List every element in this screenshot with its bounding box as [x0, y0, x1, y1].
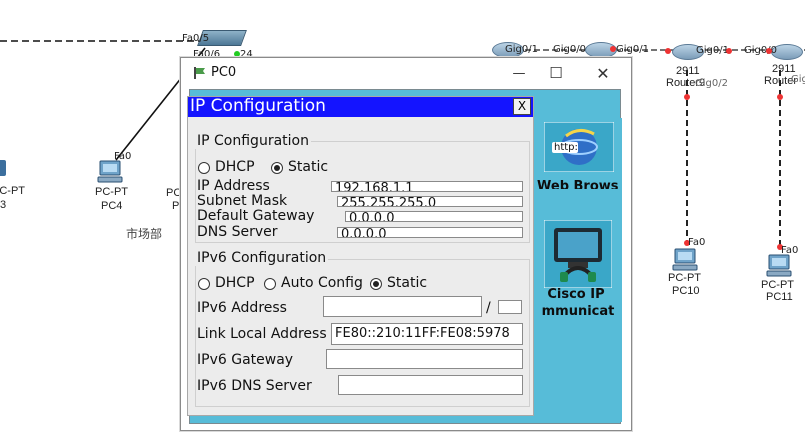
dialog-close-button[interactable]: X — [513, 98, 531, 115]
ipv6-dhcp-label: DHCP — [215, 275, 255, 291]
ipv6-gateway-field[interactable] — [326, 349, 523, 369]
device-type-label: PC-PT — [668, 272, 701, 284]
device-type-label: PC-PT — [0, 185, 25, 197]
maximize-button[interactable]: ☐ — [534, 60, 578, 86]
ip-address-label: IP Address — [197, 178, 270, 194]
link-local-address-label: Link Local Address — [197, 326, 327, 342]
dns-server-label: DNS Server — [197, 224, 278, 240]
ipv4-static-label: Static — [288, 159, 329, 175]
port-label: Gig0/2 — [695, 78, 728, 89]
device-name-label: 3 — [0, 199, 7, 211]
default-gateway-field[interactable]: 0.0.0.0 — [345, 211, 523, 222]
port-label: Gig0/0 — [744, 45, 777, 56]
ipv6-auto-config-radio[interactable] — [264, 278, 276, 290]
ipv4-static-radio[interactable] — [271, 162, 283, 174]
ipv6-group-title: IPv6 Configuration — [195, 250, 329, 266]
subnet-mask-field[interactable]: 255.255.255.0 — [337, 196, 523, 207]
maximize-icon: ☐ — [549, 64, 563, 82]
link-local-address-field[interactable]: FE80::210:11FF:FE08:5978 — [331, 323, 523, 345]
pc-flag-icon — [194, 67, 205, 79]
port-status-dot — [777, 94, 783, 100]
ipv4-dhcp-label: DHCP — [215, 159, 255, 175]
cisco-ip-communicator-icon — [544, 220, 612, 288]
ipv4-group-title: IP Configuration — [195, 133, 311, 149]
device-name-label: PC10 — [672, 285, 700, 297]
web-browser-caption: Web Browser — [537, 179, 619, 189]
port-label: Fa0/5 — [182, 33, 210, 44]
device-name-label: PC11 — [766, 291, 793, 303]
cisco-ip-communicator-app[interactable]: Cisco IP mmunicat — [541, 220, 614, 319]
ipv6-static-label: Static — [387, 275, 428, 291]
port-label: Gig0/1 — [696, 45, 729, 56]
pc-icon[interactable] — [0, 160, 6, 176]
close-window-button[interactable]: ✕ — [581, 60, 625, 86]
port-status-dot — [766, 48, 772, 54]
ipv6-dhcp-radio[interactable] — [198, 278, 210, 290]
ipv6-dns-server-field[interactable] — [338, 375, 523, 395]
port-label: Gig0/1 — [505, 44, 538, 55]
ipv4-dhcp-radio[interactable] — [198, 162, 210, 174]
web-browser-badge: http: — [554, 142, 578, 153]
port-status-dot — [610, 46, 616, 52]
device-name-label: P — [172, 200, 180, 212]
cisco-ip-caption: mmunicat — [541, 304, 615, 319]
ipv6-static-radio[interactable] — [370, 278, 382, 290]
ipv6-gateway-label: IPv6 Gateway — [197, 352, 294, 368]
ip-address-field[interactable]: 192.168.1.1 — [331, 181, 523, 192]
port-status-dot — [726, 48, 732, 54]
port-status-dot — [665, 48, 671, 54]
close-icon: ✕ — [596, 63, 610, 83]
cisco-ip-caption: Cisco IP — [547, 287, 605, 302]
department-label: 市场部 — [126, 227, 163, 241]
ipv6-address-field[interactable] — [323, 296, 482, 317]
prefix-separator: / — [486, 300, 491, 316]
subnet-mask-label: Subnet Mask — [197, 193, 288, 209]
port-label: Gig0/1 — [616, 44, 649, 55]
ip-configuration-dialog[interactable]: IP Configuration X IP Configuration DHCP… — [187, 96, 534, 416]
ipv6-address-label: IPv6 Address — [197, 300, 287, 316]
dialog-titlebar[interactable]: IP Configuration X — [188, 96, 533, 117]
dialog-title: IP Configuration — [190, 96, 326, 116]
pc-icon[interactable] — [766, 254, 794, 278]
port-status-dot — [684, 94, 690, 100]
device-type-label: PC-PT — [761, 279, 794, 291]
dns-server-field[interactable]: 0.0.0.0 — [337, 227, 523, 238]
port-label: Gig — [791, 74, 805, 85]
ipv6-dns-server-label: IPv6 DNS Server — [197, 378, 312, 394]
router-model-label: 2911 — [676, 65, 700, 77]
ipv6-auto-config-label: Auto Config — [281, 275, 363, 291]
port-label: Gig0/0 — [553, 44, 586, 55]
default-gateway-label: Default Gateway — [197, 208, 315, 224]
pc-icon[interactable] — [672, 248, 700, 272]
device-type-label: PC — [166, 187, 182, 199]
window-title: PC0 — [211, 65, 237, 80]
pc0-window[interactable]: PC0 — ☐ ✕ http: Web Browser — [180, 57, 632, 431]
web-browser-app[interactable]: http: Web Browser — [537, 119, 619, 201]
port-label: Fa0 — [688, 237, 706, 248]
device-type-label: PC-PT — [95, 186, 128, 198]
pc-icon[interactable] — [97, 160, 125, 184]
device-name-label: PC4 — [101, 200, 123, 212]
window-titlebar[interactable]: PC0 — ☐ ✕ — [181, 58, 631, 88]
minimize-icon: — — [512, 65, 526, 81]
ipv6-prefix-field[interactable] — [498, 300, 522, 314]
